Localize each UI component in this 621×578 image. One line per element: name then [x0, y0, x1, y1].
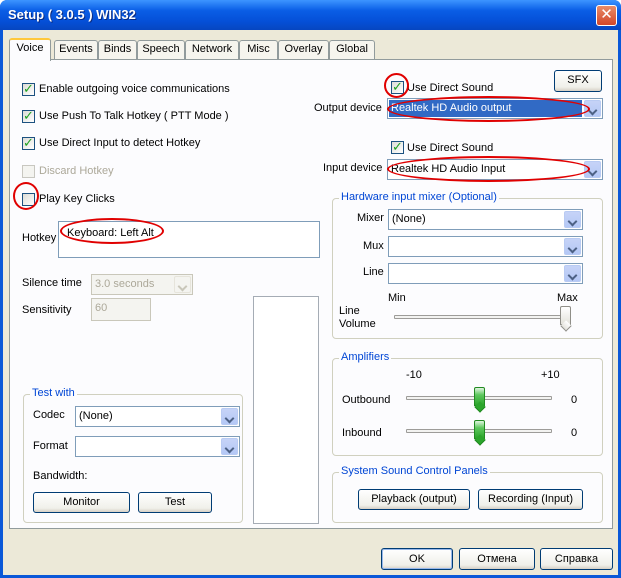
input-direct-sound-checkbox[interactable]: [391, 139, 404, 155]
amplifier-max-label: +10: [541, 369, 560, 381]
silence-time-value: 3.0 seconds: [95, 278, 155, 290]
sensitivity-label: Sensitivity: [22, 304, 72, 316]
playback-output-button[interactable]: Playback (output): [358, 489, 470, 510]
silence-time-label: Silence time: [22, 277, 82, 289]
input-device-label: Input device: [323, 162, 383, 174]
dialog-client: Voice Events Binds Speech Network Misc O…: [3, 30, 618, 575]
close-icon: ✕: [600, 6, 613, 23]
enable-outgoing-checkbox[interactable]: [22, 81, 35, 97]
voice-tab-panel: Enable outgoing voice communications Use…: [9, 59, 613, 529]
amplifier-min-label: -10: [406, 369, 422, 381]
sound-panels-group: System Sound Control Panels Playback (ou…: [332, 465, 603, 523]
codec-value: (None): [79, 410, 113, 422]
level-meter: [253, 296, 319, 524]
tab-events[interactable]: Events: [54, 40, 98, 59]
outbound-value: 0: [571, 394, 578, 406]
chevron-down-icon: [584, 161, 601, 178]
bandwidth-label: Bandwidth:: [33, 470, 88, 482]
amplifiers-title: Amplifiers: [339, 351, 392, 363]
hotkey-label: Hotkey: [22, 232, 57, 244]
discard-hotkey-checkbox[interactable]: [22, 165, 35, 178]
line-select[interactable]: [388, 263, 583, 284]
chevron-down-icon: [564, 211, 581, 228]
outbound-slider[interactable]: [474, 387, 485, 406]
amplifiers-group: Amplifiers -10 +10 Outbound 0 Inbound 0: [332, 351, 603, 456]
mixer-select[interactable]: (None): [388, 209, 583, 230]
hotkey-field[interactable]: Keyboard: Left Alt: [58, 221, 320, 258]
play-key-clicks-label: Play Key Clicks: [39, 193, 115, 205]
window-title: Setup ( 3.0.5 ) WIN32: [8, 7, 136, 22]
input-device-select[interactable]: Realtek HD Audio Input: [387, 159, 603, 180]
format-select[interactable]: [75, 436, 240, 457]
test-with-title: Test with: [30, 387, 77, 399]
hotkey-value: Keyboard: Left Alt: [67, 227, 154, 239]
title-bar: Setup ( 3.0.5 ) WIN32 ✕: [0, 0, 621, 30]
recording-input-button[interactable]: Recording (Input): [478, 489, 583, 510]
direct-input-checkbox[interactable]: [22, 135, 35, 151]
inbound-slider[interactable]: [474, 420, 485, 439]
line-volume-min-label: Min: [388, 292, 406, 304]
setup-window: Setup ( 3.0.5 ) WIN32 ✕ Voice Events Bin…: [0, 0, 621, 578]
codec-select[interactable]: (None): [75, 406, 240, 427]
ok-button[interactable]: OK: [381, 548, 453, 570]
hardware-mixer-group: Hardware input mixer (Optional) Mixer (N…: [332, 191, 603, 339]
chevron-down-icon: [564, 265, 581, 282]
line-volume-label-1: Line: [339, 305, 360, 317]
hardware-mixer-title: Hardware input mixer (Optional): [339, 191, 499, 203]
chevron-down-icon: [174, 276, 191, 293]
sensitivity-value: 60: [95, 302, 108, 314]
mixer-label: Mixer: [357, 212, 384, 224]
output-device-label: Output device: [314, 102, 382, 114]
mux-select[interactable]: [388, 236, 583, 257]
chevron-down-icon: [221, 408, 238, 425]
tab-voice[interactable]: Voice: [9, 38, 51, 61]
tab-speech[interactable]: Speech: [137, 40, 185, 59]
silence-time-select[interactable]: 3.0 seconds: [91, 274, 193, 295]
direct-input-label: Use Direct Input to detect Hotkey: [39, 137, 201, 149]
tab-global[interactable]: Global: [329, 40, 375, 59]
cancel-button[interactable]: Отмена: [459, 548, 535, 570]
chevron-down-icon: [564, 238, 581, 255]
discard-hotkey-label: Discard Hotkey: [39, 165, 114, 177]
output-direct-sound-checkbox[interactable]: [391, 79, 404, 95]
inbound-value: 0: [571, 427, 578, 439]
sensitivity-field[interactable]: 60: [91, 298, 151, 321]
output-direct-sound-label: Use Direct Sound: [407, 82, 494, 94]
chevron-down-icon: [584, 100, 601, 117]
line-volume-label-2: Volume: [339, 318, 376, 330]
line-label: Line: [363, 266, 384, 278]
mux-label: Mux: [363, 240, 384, 252]
line-volume-max-label: Max: [557, 292, 578, 304]
tab-misc[interactable]: Misc: [239, 40, 278, 59]
push-to-talk-label: Use Push To Talk Hotkey ( PTT Mode ): [39, 110, 229, 122]
sfx-button[interactable]: SFX: [554, 70, 602, 92]
mixer-value: (None): [392, 213, 426, 225]
inbound-label: Inbound: [342, 427, 382, 439]
tab-network[interactable]: Network: [185, 40, 239, 59]
test-button[interactable]: Test: [138, 492, 212, 513]
line-volume-track: [394, 315, 568, 319]
input-direct-sound-label: Use Direct Sound: [407, 142, 494, 154]
tab-overlay[interactable]: Overlay: [278, 40, 329, 59]
test-with-group: Test with Codec (None) Format Bandwidth:…: [23, 387, 243, 523]
output-device-select[interactable]: Realtek HD Audio output: [387, 98, 603, 119]
output-device-value: Realtek HD Audio output: [389, 100, 582, 117]
help-button[interactable]: Справка: [540, 548, 613, 570]
close-button[interactable]: ✕: [596, 5, 617, 26]
play-key-clicks-checkbox[interactable]: [22, 193, 35, 206]
format-label: Format: [33, 440, 68, 452]
monitor-button[interactable]: Monitor: [33, 492, 130, 513]
codec-label: Codec: [33, 409, 65, 421]
push-to-talk-checkbox[interactable]: [22, 108, 35, 124]
input-device-value: Realtek HD Audio Input: [391, 163, 506, 175]
tab-binds[interactable]: Binds: [98, 40, 137, 59]
chevron-down-icon: [221, 438, 238, 455]
line-volume-slider[interactable]: [560, 306, 571, 325]
sound-panels-title: System Sound Control Panels: [339, 465, 490, 477]
outbound-label: Outbound: [342, 394, 391, 406]
enable-outgoing-label: Enable outgoing voice communications: [39, 83, 230, 95]
